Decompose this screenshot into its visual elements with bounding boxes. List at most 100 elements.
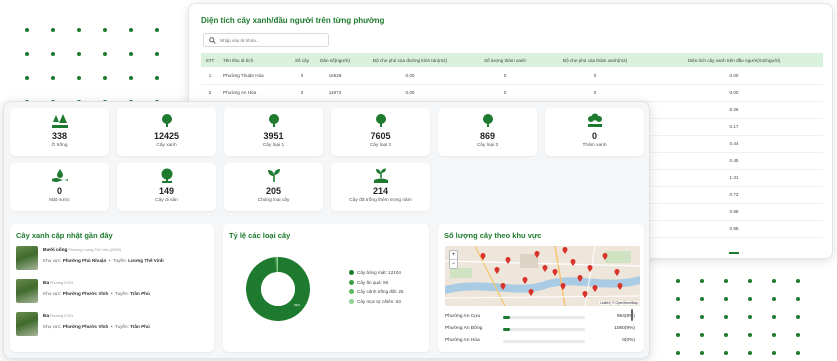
- map-pin-icon[interactable]: [582, 291, 588, 298]
- stat-card[interactable]: 12425 Cây xanh: [117, 108, 216, 156]
- table-cell: 0: [289, 84, 315, 102]
- search-icon: [209, 36, 216, 44]
- stat-value: 869: [479, 131, 496, 141]
- tree-icon: [482, 114, 493, 127]
- zoom-out-button[interactable]: −: [450, 260, 457, 268]
- table-cell: 0.45: [645, 152, 823, 170]
- decorative-dot: [772, 315, 776, 319]
- stat-card[interactable]: 869 Cây loại 3: [438, 108, 537, 156]
- stat-value: 338: [51, 131, 68, 141]
- donut-hole: [261, 272, 295, 306]
- map-pin-icon[interactable]: [500, 283, 506, 290]
- pagination-indicator[interactable]: [729, 252, 739, 254]
- map-pin-icon[interactable]: [534, 251, 540, 258]
- decorative-dot: [77, 76, 81, 80]
- stat-label: Cây loại 3: [476, 143, 499, 148]
- map-pin-icon[interactable]: [587, 265, 593, 272]
- decorative-dot: [103, 52, 107, 56]
- column-header[interactable]: Diện tích cây xanh trên đầu người(m2/ngư…: [645, 53, 823, 67]
- area-map[interactable]: + − Leaflet | © OpenStreetMap: [445, 246, 640, 306]
- map-pin-icon[interactable]: [505, 257, 511, 264]
- table-row[interactable]: 2 Phường An Hòa 0 11973 0.00 0 0 0.00: [201, 84, 823, 102]
- tree-ratio-donut-chart[interactable]: 99%: [245, 256, 311, 322]
- decorative-dot: [772, 333, 776, 337]
- decorative-dot: [700, 297, 704, 301]
- column-header[interactable]: Tên khu di tích: [219, 53, 289, 67]
- decorative-dot: [25, 52, 29, 56]
- column-header[interactable]: Độ che phủ của đường kính tán(m2): [355, 53, 465, 67]
- area-row[interactable]: Phường An Đông 1060(9%): [445, 324, 635, 334]
- column-header[interactable]: Số cây: [289, 53, 315, 67]
- column-header[interactable]: Dân số(người): [315, 53, 355, 67]
- stat-card[interactable]: 214 Cây đã trồng thêm trong năm: [331, 163, 430, 211]
- tree-name-line: Bưởi cổngPhường Lương Thế Vinh (25/03): [43, 248, 121, 253]
- stat-card[interactable]: 7605 Cây loại 2: [331, 108, 430, 156]
- tree-location: Khu vực: Phường Phú Nhuận • Tuyến: Lương…: [43, 258, 164, 263]
- recent-tree-item[interactable]: ĐaPhường 07/04 Khu vực: Phường Phước Vĩnh…: [16, 279, 212, 303]
- tree-photo: [16, 279, 38, 303]
- area-row[interactable]: Phường An Hòa 0(0%): [445, 336, 635, 346]
- decorative-dot: [51, 28, 55, 32]
- map-pin-icon[interactable]: [494, 267, 500, 274]
- legend-item[interactable]: Cây bóng mát: 12104: [349, 268, 403, 278]
- map-pin-icon[interactable]: [552, 269, 558, 276]
- tree-name-line: ĐaPhường 07/04: [43, 314, 73, 319]
- table-cell: 0.98: [645, 203, 823, 221]
- column-header[interactable]: Số lượng thảm xanh: [465, 53, 545, 67]
- recent-tree-item[interactable]: ĐaPhường 07/04 Khu vực: Phường Phước Vĩnh…: [16, 312, 212, 336]
- tree-photo: [16, 246, 38, 270]
- table-cell: 0: [545, 84, 645, 102]
- decorative-dot: [748, 297, 752, 301]
- map-pin-icon[interactable]: [562, 247, 568, 254]
- decorative-dot: [724, 315, 728, 319]
- column-header[interactable]: Độ che phủ của thảm xanh(m2): [545, 53, 645, 67]
- table-cell: 0: [289, 67, 315, 85]
- stat-card[interactable]: 0 Thảm xanh: [545, 108, 644, 156]
- tree-ratio-panel: Tỷ lệ các loại cây 99% Cây bóng mát: 121…: [223, 224, 429, 352]
- map-pin-icon[interactable]: [542, 265, 548, 272]
- legend-item[interactable]: Cây cảnh trồng đất: 28: [349, 287, 403, 297]
- search-input[interactable]: [220, 37, 320, 43]
- tree-ratio-legend: Cây bóng mát: 12104 Cây ăn quả: 96 Cây cản…: [349, 268, 403, 306]
- decorative-dot: [700, 333, 704, 337]
- map-pin-icon[interactable]: [602, 253, 608, 260]
- area-row[interactable]: Phường An Cựu 984(8%): [445, 312, 635, 322]
- area-name: Phường An Cựu: [445, 314, 481, 319]
- table-cell: 0.00: [355, 84, 465, 102]
- table-cell: 0: [465, 84, 545, 102]
- map-pin-icon[interactable]: [592, 285, 598, 292]
- zoom-in-button[interactable]: +: [450, 251, 457, 260]
- map-pin-icon[interactable]: [570, 259, 576, 266]
- map-pin-icon[interactable]: [528, 289, 534, 296]
- stat-card[interactable]: 3951 Cây loại 1: [224, 108, 323, 156]
- stat-card[interactable]: 0 Mặt nước: [10, 163, 109, 211]
- column-header[interactable]: STT: [201, 53, 219, 67]
- decorative-dot: [51, 52, 55, 56]
- map-pin-icon[interactable]: [614, 269, 620, 276]
- stat-card[interactable]: 205 Chủng loại cây: [224, 163, 323, 211]
- area-value: Phường Phú Nhuận: [62, 258, 107, 263]
- map-pin-icon[interactable]: [522, 277, 528, 284]
- table-row[interactable]: 1 Phường Thuận Hòa 0 16528 0.00 0 0 0.00: [201, 67, 823, 85]
- stat-label: Chủng loại cây: [257, 198, 290, 203]
- map-pin-icon[interactable]: [617, 283, 623, 290]
- area-value: 1060(9%): [614, 326, 635, 331]
- map-pin-icon[interactable]: [560, 283, 566, 290]
- stat-label: Cây loại 1: [262, 143, 285, 148]
- decorative-dot: [748, 333, 752, 337]
- search-box[interactable]: [203, 33, 329, 47]
- recent-tree-item[interactable]: Bưởi cổngPhường Lương Thế Vinh (25/03) Kh…: [16, 246, 212, 270]
- stat-card[interactable]: 338 Ô trống: [10, 108, 109, 156]
- legend-item[interactable]: Cây ăn quả: 96: [349, 278, 403, 288]
- stat-card[interactable]: 149 Cây di sản: [117, 163, 216, 211]
- map-attribution[interactable]: Leaflet | © OpenStreetMap: [599, 301, 639, 305]
- decorative-dot: [155, 76, 159, 80]
- tree-photo: [16, 312, 38, 336]
- table-cell: 0: [465, 67, 545, 85]
- area-list-scrollbar[interactable]: [631, 309, 633, 321]
- map-pin-icon[interactable]: [480, 253, 486, 260]
- map-zoom-control: + −: [449, 250, 458, 269]
- map-pin-icon[interactable]: [577, 275, 583, 282]
- legend-item[interactable]: Cây mọc tự nhiên: 53: [349, 297, 403, 307]
- donut-center-label: 99%: [294, 303, 300, 307]
